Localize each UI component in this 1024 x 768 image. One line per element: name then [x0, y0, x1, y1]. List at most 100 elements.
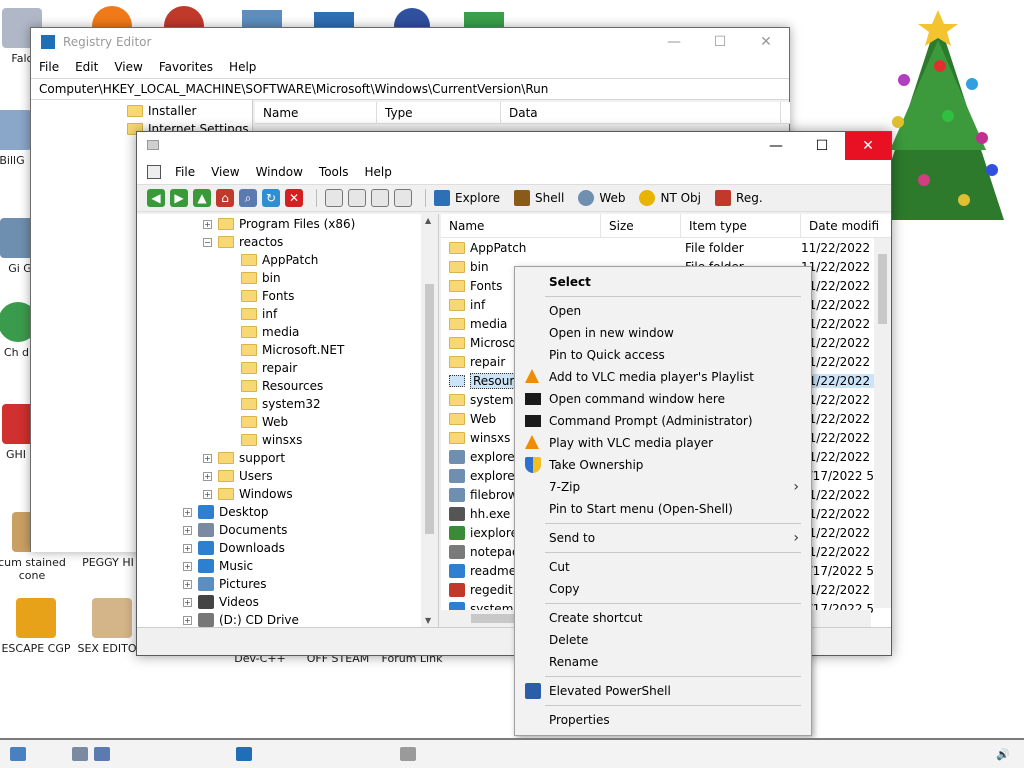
- column-header-name[interactable]: Name: [255, 102, 377, 123]
- system-menu-icon[interactable]: [147, 165, 161, 179]
- view-list-icon[interactable]: [371, 189, 389, 207]
- collapse-toggle-icon[interactable]: −: [203, 237, 212, 247]
- menu-item-open[interactable]: Open: [515, 300, 811, 322]
- stop-icon[interactable]: ✕: [285, 189, 303, 207]
- expand-toggle-icon[interactable]: +: [183, 615, 192, 625]
- up-arrow-icon[interactable]: ▲: [193, 189, 211, 207]
- home-icon[interactable]: ⌂: [216, 189, 234, 207]
- web-button[interactable]: Web: [578, 190, 625, 206]
- file-row[interactable]: AppPatch File folder 11/22/2022 9: [441, 238, 891, 257]
- menu-item-command-prompt-administrator[interactable]: Command Prompt (Administrator): [515, 410, 811, 432]
- tree-item[interactable]: + support: [203, 449, 285, 467]
- minimize-button[interactable]: —: [753, 132, 799, 160]
- desktop-icon[interactable]: ESCAPE CGP: [0, 598, 72, 655]
- tree-item[interactable]: + Downloads: [183, 539, 285, 557]
- menu-file[interactable]: File: [167, 165, 203, 179]
- quick-launch-icon[interactable]: [72, 747, 88, 761]
- expand-toggle-icon[interactable]: +: [183, 597, 192, 607]
- column-header-date-modified[interactable]: Date modifi: [801, 214, 891, 238]
- tree-item[interactable]: + Documents: [183, 521, 287, 539]
- menu-item-create-shortcut[interactable]: Create shortcut: [515, 607, 811, 629]
- column-header-type[interactable]: Type: [377, 102, 501, 123]
- tree-scrollbar[interactable]: ▲ ▼: [421, 214, 438, 627]
- start-button-icon[interactable]: [10, 747, 26, 761]
- explorer-taskbar-icon[interactable]: [400, 747, 416, 761]
- maximize-button[interactable]: ☐: [697, 28, 743, 56]
- menu-item-cut[interactable]: Cut: [515, 556, 811, 578]
- expand-toggle-icon[interactable]: +: [183, 579, 192, 589]
- menu-item-play-with-vlc-media-player[interactable]: Play with VLC media player: [515, 432, 811, 454]
- menu-item-elevated-powershell[interactable]: Elevated PowerShell: [515, 680, 811, 702]
- expand-toggle-icon[interactable]: +: [203, 453, 212, 463]
- expand-toggle-icon[interactable]: +: [183, 543, 192, 553]
- tree-item[interactable]: repair: [241, 359, 297, 377]
- tree-item[interactable]: AppPatch: [241, 251, 318, 269]
- menu-item-copy[interactable]: Copy: [515, 578, 811, 600]
- tree-item[interactable]: + Program Files (x86): [203, 215, 355, 233]
- registry-address-bar[interactable]: Computer\HKEY_LOCAL_MACHINE\SOFTWARE\Mic…: [31, 78, 789, 100]
- expand-toggle-icon[interactable]: +: [203, 489, 212, 499]
- view-large-icons-icon[interactable]: [325, 189, 343, 207]
- tree-item[interactable]: bin: [241, 269, 281, 287]
- menu-item-select[interactable]: Select: [515, 271, 811, 293]
- expand-toggle-icon[interactable]: +: [183, 525, 192, 535]
- close-button[interactable]: ✕: [845, 132, 891, 160]
- volume-icon[interactable]: 🔊: [996, 748, 1010, 761]
- menu-item-delete[interactable]: Delete: [515, 629, 811, 651]
- tree-item[interactable]: + Pictures: [183, 575, 267, 593]
- column-header-size[interactable]: Size: [601, 214, 681, 238]
- back-arrow-icon[interactable]: ◀: [147, 189, 165, 207]
- context-menu[interactable]: Select Open Open in new window Pin to Quick…: [514, 266, 812, 736]
- menu-favorites[interactable]: Favorites: [151, 60, 221, 74]
- menu-edit[interactable]: Edit: [67, 60, 106, 74]
- forward-arrow-icon[interactable]: ▶: [170, 189, 188, 207]
- tree-item[interactable]: inf: [241, 305, 277, 323]
- menu-item-rename[interactable]: Rename: [515, 651, 811, 673]
- menu-window[interactable]: Window: [248, 165, 311, 179]
- scroll-up-icon[interactable]: ▲: [425, 216, 431, 225]
- menu-item-send-to[interactable]: Send to ›: [515, 527, 811, 549]
- tree-item[interactable]: + Desktop: [183, 503, 269, 521]
- folder-tree[interactable]: + Program Files (x86) − reactos AppPatch bin F…: [137, 214, 439, 627]
- view-details-icon[interactable]: [394, 189, 412, 207]
- expand-toggle-icon[interactable]: +: [183, 507, 192, 517]
- tree-item[interactable]: + Users: [203, 467, 273, 485]
- menu-tools[interactable]: Tools: [311, 165, 357, 179]
- registry-taskbar-icon[interactable]: [236, 747, 252, 761]
- tree-item[interactable]: + (D:) CD Drive: [183, 611, 299, 627]
- expand-toggle-icon[interactable]: +: [183, 561, 192, 571]
- expand-toggle-icon[interactable]: +: [203, 471, 212, 481]
- tree-item[interactable]: system32: [241, 395, 321, 413]
- menu-item-7-zip[interactable]: 7-Zip ›: [515, 476, 811, 498]
- maximize-button[interactable]: ☐: [799, 132, 845, 160]
- refresh-icon[interactable]: ↻: [262, 189, 280, 207]
- column-header-data[interactable]: Data: [501, 102, 781, 123]
- menu-item-properties[interactable]: Properties: [515, 709, 811, 731]
- menu-help[interactable]: Help: [356, 165, 399, 179]
- menu-item-add-to-vlc-media-player-s-playlist[interactable]: Add to VLC media player's Playlist: [515, 366, 811, 388]
- tree-item[interactable]: Installer: [127, 102, 196, 120]
- search-icon[interactable]: ⌕: [239, 189, 257, 207]
- column-header-name[interactable]: Name: [441, 214, 601, 238]
- expand-toggle-icon[interactable]: +: [203, 219, 212, 229]
- tree-item[interactable]: Microsoft.NET: [241, 341, 344, 359]
- menu-item-pin-to-start-menu-open-shell[interactable]: Pin to Start menu (Open-Shell): [515, 498, 811, 520]
- tree-item[interactable]: winsxs: [241, 431, 302, 449]
- registry-button[interactable]: Reg.: [715, 190, 763, 206]
- minimize-button[interactable]: —: [651, 28, 697, 56]
- menu-view[interactable]: View: [106, 60, 150, 74]
- tree-scroll-thumb[interactable]: [425, 284, 434, 534]
- column-header-item-type[interactable]: Item type: [681, 214, 801, 238]
- tree-item[interactable]: + Music: [183, 557, 253, 575]
- menu-item-take-ownership[interactable]: Take Ownership: [515, 454, 811, 476]
- menu-view[interactable]: View: [203, 165, 247, 179]
- explorer-titlebar[interactable]: — ☐ ✕: [137, 132, 891, 160]
- menu-item-pin-to-quick-access[interactable]: Pin to Quick access: [515, 344, 811, 366]
- menu-file[interactable]: File: [31, 60, 67, 74]
- list-scroll-thumb[interactable]: [878, 254, 887, 324]
- explore-button[interactable]: Explore: [434, 190, 500, 206]
- shell-button[interactable]: Shell: [514, 190, 564, 206]
- menu-item-open-in-new-window[interactable]: Open in new window: [515, 322, 811, 344]
- menu-help[interactable]: Help: [221, 60, 264, 74]
- tree-item[interactable]: + Videos: [183, 593, 259, 611]
